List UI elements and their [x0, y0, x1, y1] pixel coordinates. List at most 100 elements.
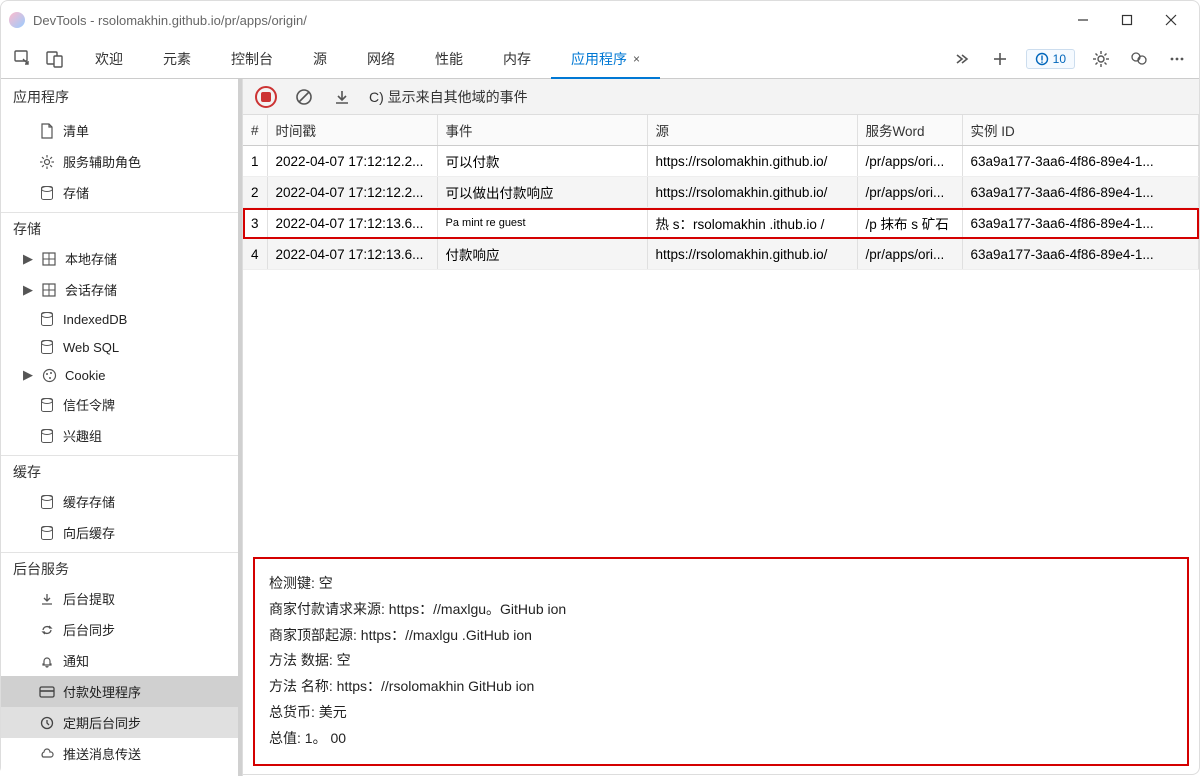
feedback-icon[interactable]: [1127, 47, 1151, 71]
sidebar-item-indexeddb[interactable]: IndexedDB: [1, 305, 242, 333]
sidebar-item-trust-tokens[interactable]: 信任令牌: [1, 389, 242, 420]
sidebar-splitter[interactable]: [238, 79, 242, 776]
section-storage: 存储: [1, 212, 242, 243]
window-maximize-button[interactable]: [1117, 10, 1137, 30]
table-row-highlighted[interactable]: 3 2022-04-07 17:12:13.6... Pa mint re gu…: [243, 208, 1199, 239]
tab-performance[interactable]: 性能: [415, 39, 483, 78]
inspect-icon[interactable]: [11, 47, 35, 71]
window-close-button[interactable]: [1161, 10, 1181, 30]
tab-application[interactable]: 应用程序 ×: [551, 39, 660, 78]
sidebar-item-push-messaging[interactable]: 推送消息传送: [1, 738, 242, 769]
sidebar-item-backforward-cache[interactable]: 向后缓存: [1, 517, 242, 548]
credit-card-icon: [39, 684, 55, 700]
tab-memory[interactable]: 内存: [483, 39, 551, 78]
col-timestamp[interactable]: 时间戳: [267, 115, 437, 146]
sidebar-item-label: 付款处理程序: [63, 682, 141, 701]
save-button[interactable]: [331, 86, 353, 108]
cloud-icon: [39, 746, 55, 762]
expand-icon[interactable]: ▶: [23, 282, 33, 298]
database-icon: [39, 185, 55, 201]
issue-icon: [1035, 52, 1049, 66]
tab-close-icon[interactable]: ×: [633, 52, 640, 66]
database-icon: [39, 397, 55, 413]
sidebar-item-service-worker[interactable]: 服务辅助角色: [1, 146, 242, 177]
sidebar-item-websql[interactable]: Web SQL: [1, 333, 242, 361]
col-service-worker[interactable]: 服务Word: [857, 115, 962, 146]
sidebar: 应用程序 清单 服务辅助角色 存储 存储 ▶ 本地存储 ▶ 会话存储 Index…: [1, 79, 243, 776]
download-icon: [39, 591, 55, 607]
table-row[interactable]: 2 2022-04-07 17:12:12.2... 可以做出付款响应 http…: [243, 177, 1199, 208]
col-instance-id[interactable]: 实例 ID: [962, 115, 1198, 146]
add-tab-icon[interactable]: [988, 47, 1012, 71]
sidebar-item-background-sync[interactable]: 后台同步: [1, 614, 242, 645]
expand-icon[interactable]: ▶: [23, 367, 33, 383]
event-details-panel: 检测键: 空 商家付款请求来源: https：//maxlgu。GitHub i…: [253, 557, 1189, 766]
section-background-services: 后台服务: [1, 552, 242, 583]
record-button[interactable]: [255, 86, 277, 108]
detail-line: 总值: 1。 00: [269, 726, 1173, 752]
sidebar-item-local-storage[interactable]: ▶ 本地存储: [1, 243, 242, 274]
events-table-wrap[interactable]: # 时间戳 事件 源 服务Word 实例 ID 1 2022-04-07 17:…: [243, 115, 1199, 547]
sidebar-item-label: 后台同步: [63, 620, 115, 639]
sidebar-item-session-storage[interactable]: ▶ 会话存储: [1, 274, 242, 305]
window-titlebar: DevTools - rsolomakhin.github.io/pr/apps…: [1, 1, 1199, 39]
sidebar-item-label: 通知: [63, 651, 89, 670]
detail-line: 检测键: 空: [269, 571, 1173, 597]
col-event[interactable]: 事件: [437, 115, 647, 146]
sidebar-item-storage-summary[interactable]: 存储: [1, 177, 242, 208]
sidebar-item-periodic-sync[interactable]: 定期后台同步: [1, 707, 242, 738]
section-application: 应用程序: [1, 79, 242, 115]
issues-count: 10: [1053, 52, 1066, 66]
sidebar-item-notifications[interactable]: 通知: [1, 645, 242, 676]
more-tabs-icon[interactable]: [950, 47, 974, 71]
tab-elements[interactable]: 元素: [143, 39, 211, 78]
sidebar-item-interest-groups[interactable]: 兴趣组: [1, 420, 242, 451]
col-source[interactable]: 源: [647, 115, 857, 146]
show-other-origins-label: C) 显示来自其他域的事件: [369, 87, 528, 107]
tab-network[interactable]: 网络: [347, 39, 415, 78]
table-row[interactable]: 1 2022-04-07 17:12:12.2... 可以付款 https://…: [243, 146, 1199, 177]
grid-icon: [41, 251, 57, 267]
clear-button[interactable]: [293, 86, 315, 108]
sidebar-item-label: 兴趣组: [63, 426, 102, 445]
sidebar-item-label: Cookie: [65, 368, 105, 383]
database-icon: [39, 428, 55, 444]
database-icon: [39, 494, 55, 510]
document-icon: [39, 123, 55, 139]
sidebar-item-manifest[interactable]: 清单: [1, 115, 242, 146]
sidebar-item-label: 缓存存储: [63, 492, 115, 511]
sidebar-item-cache-storage[interactable]: 缓存存储: [1, 486, 242, 517]
more-icon[interactable]: [1165, 47, 1189, 71]
database-icon: [39, 525, 55, 541]
device-toggle-icon[interactable]: [43, 47, 67, 71]
sidebar-item-payment-handler[interactable]: 付款处理程序: [1, 676, 242, 707]
sidebar-item-label: 信任令牌: [63, 395, 115, 414]
main-panel: C) 显示来自其他域的事件 # 时间戳 事件 源 服务Word 实例 ID: [243, 79, 1199, 776]
table-row[interactable]: 4 2022-04-07 17:12:13.6... 付款响应 https://…: [243, 239, 1199, 270]
tab-console[interactable]: 控制台: [211, 39, 293, 78]
sync-icon: [39, 622, 55, 638]
grid-icon: [41, 282, 57, 298]
table-header-row: # 时间戳 事件 源 服务Word 实例 ID: [243, 115, 1199, 146]
issues-badge[interactable]: 10: [1026, 49, 1075, 69]
sidebar-item-label: 服务辅助角色: [63, 152, 141, 171]
detail-line: 商家顶部起源: https：//maxlgu .GitHub ion: [269, 623, 1173, 649]
window-title: DevTools - rsolomakhin.github.io/pr/apps…: [33, 13, 1073, 28]
col-index[interactable]: #: [243, 115, 267, 146]
detail-line: 总货币: 美元: [269, 700, 1173, 726]
sidebar-item-background-fetch[interactable]: 后台提取: [1, 583, 242, 614]
settings-icon[interactable]: [1089, 47, 1113, 71]
tab-welcome[interactable]: 欢迎: [75, 39, 143, 78]
sidebar-item-cookies[interactable]: ▶ Cookie: [1, 361, 242, 389]
cookie-icon: [41, 367, 57, 383]
database-icon: [39, 339, 55, 355]
detail-line: 商家付款请求来源: https：//maxlgu。GitHub ion: [269, 597, 1173, 623]
app-favicon: [9, 12, 25, 28]
section-cache: 缓存: [1, 455, 242, 486]
detail-line: 方法 名称: https：//rsolomakhin GitHub ion: [269, 674, 1173, 700]
clock-icon: [39, 715, 55, 731]
expand-icon[interactable]: ▶: [23, 251, 33, 267]
tab-sources[interactable]: 源: [293, 39, 347, 78]
detail-line: 方法 数据: 空: [269, 648, 1173, 674]
window-minimize-button[interactable]: [1073, 10, 1093, 30]
